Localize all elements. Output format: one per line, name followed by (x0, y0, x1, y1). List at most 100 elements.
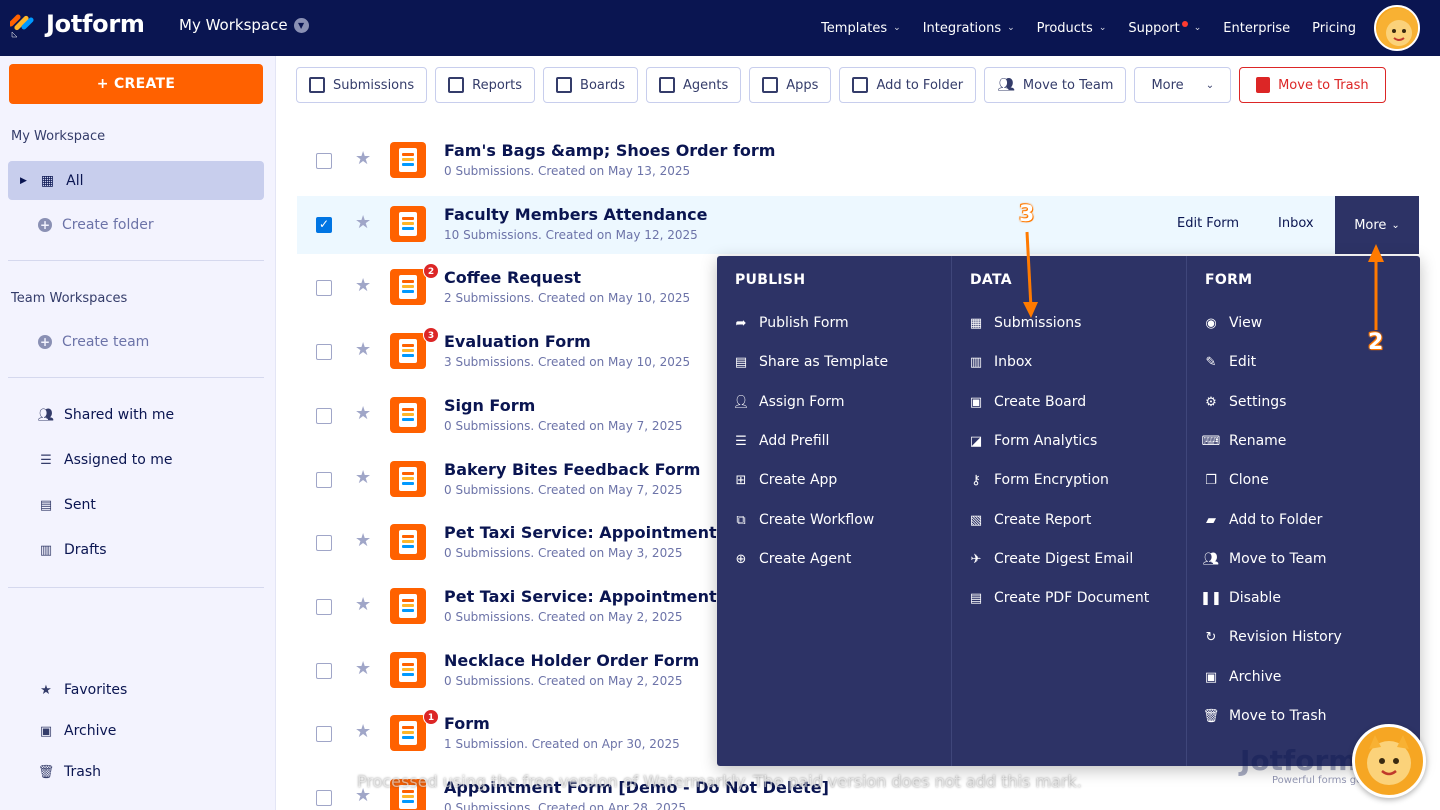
row-checkbox[interactable] (316, 535, 332, 551)
nav-enterprise[interactable]: Enterprise (1223, 21, 1290, 36)
row-checkbox[interactable]: ✓ (316, 217, 332, 233)
more-toolbar-button[interactable]: More ⌄ (1134, 67, 1232, 103)
form-title[interactable]: Evaluation Form (444, 332, 591, 351)
agents-button[interactable]: Agents (646, 67, 742, 103)
row-checkbox[interactable] (316, 472, 332, 488)
create-folder-button[interactable]: + Create folder (38, 217, 154, 233)
user-avatar[interactable] (1374, 5, 1420, 51)
form-title[interactable]: Necklace Holder Order Form (444, 651, 699, 670)
menu-item-form-encryption[interactable]: ⚷ Form Encryption (968, 472, 1109, 488)
sidebar-item-all[interactable]: ▶ ▦ All (8, 161, 264, 200)
boards-button[interactable]: Boards (543, 67, 639, 103)
menu-item-submissions[interactable]: ▦ Submissions (968, 315, 1082, 331)
menu-item-share-as-template[interactable]: ▤ Share as Template (733, 354, 888, 370)
menu-item-create-agent[interactable]: ⊕ Create Agent (733, 551, 852, 567)
menu-item-add-to-folder[interactable]: ▰ Add to Folder (1203, 512, 1322, 528)
form-line (402, 280, 414, 283)
nav-pricing[interactable]: Pricing (1312, 21, 1356, 36)
move-to-trash-button[interactable]: Move to Trash (1239, 67, 1386, 103)
menu-item-edit[interactable]: ✎ Edit (1203, 354, 1257, 370)
form-heading: FORM (1205, 272, 1253, 288)
form-title[interactable]: Bakery Bites Feedback Form (444, 460, 700, 479)
assistant-avatar[interactable] (1352, 724, 1426, 798)
row-checkbox[interactable] (316, 599, 332, 615)
form-paper (399, 212, 417, 236)
sidebar-item-drafts[interactable]: ▥ Drafts (38, 542, 107, 558)
row-checkbox[interactable] (316, 663, 332, 679)
menu-item-create-workflow[interactable]: ⧉ Create Workflow (733, 512, 874, 528)
nav-products[interactable]: Products ⌄ (1037, 21, 1107, 36)
form-title[interactable]: Faculty Members Attendance (444, 205, 707, 224)
sidebar-item-trash[interactable]: 🗑︎ Trash (38, 764, 101, 780)
row-checkbox[interactable] (316, 790, 332, 806)
form-meta: 0 Submissions. Created on May 7, 2025 (444, 483, 683, 497)
edit-form-button[interactable]: Edit Form (1177, 216, 1239, 231)
menu-item-move-to-trash[interactable]: 🗑︎ Move to Trash (1203, 708, 1327, 724)
create-team-button[interactable]: + Create team (38, 334, 149, 350)
form-meta: 0 Submissions. Created on May 13, 2025 (444, 164, 691, 178)
row-checkbox[interactable] (316, 280, 332, 296)
report-icon: ▧ (969, 512, 983, 528)
menu-item-create-report[interactable]: ▧ Create Report (968, 512, 1092, 528)
menu-item-create-board[interactable]: ▣ Create Board (968, 394, 1086, 410)
form-title[interactable]: Sign Form (444, 396, 535, 415)
row-checkbox[interactable] (316, 344, 332, 360)
menu-item-rename[interactable]: ⌨ Rename (1202, 433, 1287, 449)
star-icon[interactable]: ★ (355, 339, 371, 360)
star-icon[interactable]: ★ (355, 467, 371, 488)
sidebar-item-archive[interactable]: ▣ Archive (38, 723, 117, 739)
star-icon[interactable]: ★ (355, 721, 371, 742)
reports-button[interactable]: Reports (435, 67, 536, 103)
menu-item-disable[interactable]: ❚❚ Disable (1200, 590, 1281, 606)
nav-templates[interactable]: Templates ⌄ (821, 21, 901, 36)
star-icon[interactable]: ★ (355, 275, 371, 296)
menu-item-archive[interactable]: ▣ Archive (1203, 669, 1282, 685)
menu-item-create-app[interactable]: ⊞ Create App (733, 472, 838, 488)
star-icon[interactable]: ★ (355, 658, 371, 679)
sidebar-item-label: Drafts (64, 542, 107, 558)
menu-item-assign-form[interactable]: 👤︎ Assign Form (733, 394, 845, 410)
add-to-folder-button[interactable]: Add to Folder (839, 67, 977, 103)
row-checkbox[interactable] (316, 153, 332, 169)
form-title[interactable]: Coffee Request (444, 268, 581, 287)
row-checkbox[interactable] (316, 726, 332, 742)
nav-support[interactable]: Support ⌄ (1128, 21, 1201, 36)
nav-integrations[interactable]: Integrations ⌄ (923, 21, 1015, 36)
sidebar-item-shared[interactable]: 👥︎ Shared with me (38, 407, 174, 423)
chevron-down-icon: ⌄ (1193, 23, 1202, 33)
star-icon[interactable]: ★ (355, 212, 371, 233)
jotform-logo[interactable]: Jotform (10, 10, 145, 38)
sidebar-item-assigned[interactable]: ☰ Assigned to me (38, 452, 172, 468)
star-icon[interactable]: ★ (355, 530, 371, 551)
sidebar-item-favorites[interactable]: ★ Favorites (38, 682, 127, 698)
workspace-switcher[interactable]: My Workspace ▼ (179, 16, 309, 34)
inbox-button[interactable]: Inbox (1278, 216, 1314, 231)
sidebar-item-sent[interactable]: ▤ Sent (38, 497, 96, 513)
row-more-button[interactable]: More ⌄ (1335, 196, 1419, 254)
menu-item-create-pdf-document[interactable]: ▤ Create PDF Document (968, 590, 1149, 606)
menu-item-revision-history[interactable]: ↻ Revision History (1203, 629, 1342, 645)
form-row[interactable]: ★ Fam's Bags &amp; Shoes Order form 0 Su… (297, 132, 1419, 190)
notification-dot (1181, 21, 1188, 27)
menu-item-publish-form[interactable]: ➦ Publish Form (733, 315, 849, 331)
star-icon[interactable]: ★ (355, 148, 371, 169)
menu-item-settings[interactable]: ⚙ Settings (1203, 394, 1286, 410)
menu-item-create-digest-email[interactable]: ✈ Create Digest Email (968, 551, 1134, 567)
star-icon[interactable]: ★ (355, 403, 371, 424)
row-checkbox[interactable] (316, 408, 332, 424)
submissions-button[interactable]: Submissions (296, 67, 428, 103)
menu-item-move-to-team[interactable]: 👥︎ Move to Team (1203, 551, 1327, 567)
form-title[interactable]: Form (444, 714, 490, 733)
form-icon (390, 269, 426, 305)
menu-item-inbox[interactable]: ▥ Inbox (968, 354, 1032, 370)
move-to-team-button[interactable]: 👥︎ Move to Team (984, 67, 1127, 103)
menu-item-clone[interactable]: ❐ Clone (1203, 472, 1269, 488)
form-row[interactable]: ✓ ★ Faculty Members Attendance 10 Submis… (297, 196, 1419, 254)
apps-button[interactable]: Apps (749, 67, 832, 103)
menu-item-add-prefill[interactable]: ☰ Add Prefill (733, 433, 829, 449)
menu-item-form-analytics[interactable]: ◪ Form Analytics (968, 433, 1097, 449)
menu-item-view[interactable]: ◉ View (1203, 315, 1262, 331)
star-icon[interactable]: ★ (355, 594, 371, 615)
create-button[interactable]: + CREATE (9, 64, 263, 104)
form-title[interactable]: Fam's Bags &amp; Shoes Order form (444, 141, 775, 160)
